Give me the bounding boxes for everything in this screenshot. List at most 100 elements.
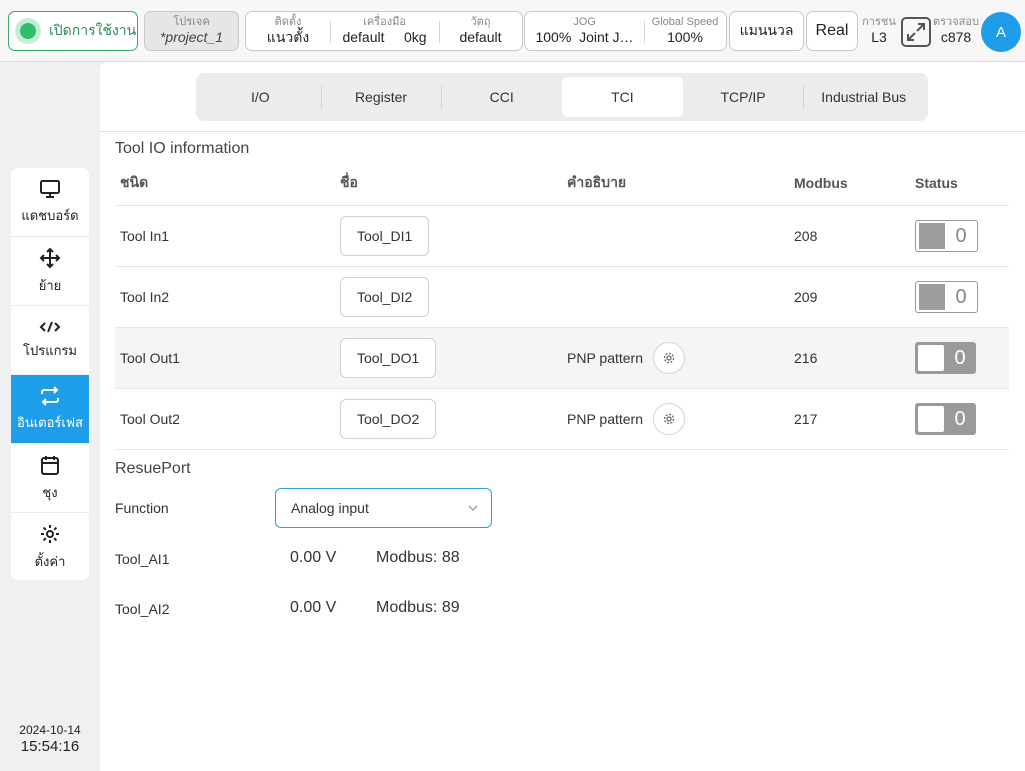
real-mode-button[interactable]: Real <box>806 11 858 51</box>
pattern-settings-button[interactable] <box>653 403 686 435</box>
jog-label: JOG <box>573 16 596 28</box>
tab-tcpip[interactable]: TCP/IP <box>683 77 804 117</box>
reuse-port-title: ResuePort <box>115 460 191 477</box>
sidebar-item-label: ย้าย <box>38 277 62 293</box>
project-selector[interactable]: โปรเจค *project_1 <box>144 11 239 51</box>
sidebar-item-dashboard[interactable]: แดชบอร์ด <box>11 168 89 237</box>
tab-tci[interactable]: TCI <box>562 77 683 117</box>
analog-input-row: Tool_AI2 0.00 V Modbus: 89 <box>115 599 460 617</box>
check-label: ตรวจสอบ <box>933 16 979 28</box>
input-status-indicator: 0 <box>915 281 978 313</box>
enable-button[interactable]: เปิดการใช้งาน <box>8 11 138 51</box>
sidebar-item-calendar[interactable]: ชุง <box>11 444 89 513</box>
ai-value: 0.00 V <box>290 549 337 566</box>
installation-panel[interactable]: ติดตั้ง แนวตั้ง เครื่องมือ default 0kg ว… <box>245 11 523 51</box>
io-modbus: 209 <box>794 289 818 305</box>
project-name: *project_1 <box>159 29 224 45</box>
calendar-icon <box>41 455 59 475</box>
tool-io-title: Tool IO information <box>115 140 250 157</box>
ai-name: Tool_AI2 <box>115 601 170 617</box>
description-text: PNP pattern <box>567 350 644 366</box>
payload-label: วัตถุ <box>470 16 491 28</box>
tab-register[interactable]: Register <box>320 77 442 117</box>
io-name-field[interactable]: Tool_DO2 <box>340 399 437 439</box>
sidebar-item-label: ตั้งค่า <box>34 554 66 569</box>
top-bar: เปิดการใช้งาน โปรเจค *project_1 ติดตั้ง … <box>0 0 1025 62</box>
io-modbus: 217 <box>794 411 818 427</box>
header-modbus: Modbus <box>794 174 848 191</box>
enable-label: เปิดการใช้งาน <box>49 22 137 38</box>
output-toggle[interactable]: 0 <box>915 342 976 374</box>
tab-bar: I/O Register CCI TCI TCP/IP Industrial B… <box>196 73 928 121</box>
output-toggle[interactable]: 0 <box>915 403 976 435</box>
table-row: Tool In2 Tool_DI2 209 0 <box>115 267 1009 328</box>
sidebar-item-move[interactable]: ย้าย <box>11 237 89 306</box>
io-type: Tool In2 <box>120 289 170 305</box>
chevron-down-icon <box>468 505 478 511</box>
pattern-settings-button[interactable] <box>653 342 686 374</box>
interface-icon <box>41 385 59 406</box>
gear-icon <box>663 413 675 425</box>
sidebar-item-label: โปรแกรม <box>22 342 78 358</box>
tab-industrial-bus[interactable]: Industrial Bus <box>803 77 924 117</box>
tab-io[interactable]: I/O <box>200 77 321 117</box>
global-speed-cell[interactable]: Global Speed 100% <box>644 12 726 50</box>
speed-panel[interactable]: JOG 100% Joint J… Global Speed 100% <box>524 11 727 51</box>
ai-name: Tool_AI1 <box>115 551 170 567</box>
header-status: Status <box>915 174 958 191</box>
tool-cell[interactable]: เครื่องมือ default 0kg <box>330 12 439 50</box>
global-speed-label: Global Speed <box>651 16 719 28</box>
input-status-indicator: 0 <box>915 220 978 252</box>
io-name-field[interactable]: Tool_DI2 <box>340 277 430 317</box>
mount-label: ติดตั้ง <box>274 16 302 28</box>
sidebar-item-label: ชุง <box>42 484 58 500</box>
analog-input-row: Tool_AI1 0.00 V Modbus: 88 <box>115 549 460 567</box>
io-type: Tool In1 <box>120 228 170 244</box>
payload-cell[interactable]: วัตถุ default <box>439 12 522 50</box>
table-row: Tool Out1 Tool_DO1 PNP pattern 216 0 <box>115 328 1009 389</box>
manual-mode-button[interactable]: แมนนวล <box>729 11 804 51</box>
check-status[interactable]: ตรวจสอบ c878 <box>932 16 980 46</box>
table-row: Tool Out2 Tool_DO2 PNP pattern 217 0 <box>115 389 1009 450</box>
io-name-field[interactable]: Tool_DI1 <box>340 216 430 256</box>
function-label: Function <box>115 500 169 516</box>
io-description: PNP pattern <box>567 389 686 449</box>
jog-value: 100% Joint J… <box>535 29 634 45</box>
sidebar-item-settings[interactable]: ตั้งค่า <box>11 513 89 580</box>
project-label: โปรเจค <box>173 16 210 28</box>
jog-cell[interactable]: JOG 100% Joint J… <box>525 12 644 50</box>
collision-level[interactable]: การชน L3 <box>861 16 897 46</box>
table-header: ชนิด ชื่อ คำอธิบาย Modbus Status <box>115 160 1009 206</box>
tool-label: เครื่องมือ <box>363 16 406 28</box>
io-type: Tool Out2 <box>120 411 180 427</box>
gear-icon <box>41 525 59 543</box>
function-select[interactable]: Analog input <box>275 488 492 528</box>
io-name-field[interactable]: Tool_DO1 <box>340 338 437 378</box>
collision-value: L3 <box>871 29 887 45</box>
tool-io-table: ชนิด ชื่อ คำอธิบาย Modbus Status Tool In… <box>115 160 1009 450</box>
global-speed-value: 100% <box>667 29 703 45</box>
code-icon <box>39 321 61 332</box>
monitor-icon <box>40 179 60 198</box>
sidebar-item-program[interactable]: โปรแกรม <box>11 306 89 375</box>
gear-icon <box>663 352 675 364</box>
user-avatar[interactable]: A <box>981 12 1021 52</box>
clock: 2024-10-14 15:54:16 <box>8 723 92 755</box>
sidebar-item-interface[interactable]: อินเตอร์เฟส <box>11 375 89 444</box>
tab-cci[interactable]: CCI <box>441 77 562 117</box>
expand-icon[interactable] <box>901 17 931 47</box>
ai-modbus: Modbus: 88 <box>376 549 460 566</box>
sidebar-item-label: แดชบอร์ด <box>21 207 79 223</box>
table-row: Tool In1 Tool_DI1 208 0 <box>115 206 1009 267</box>
sidebar-item-label: อินเตอร์เฟส <box>17 414 83 430</box>
io-modbus: 208 <box>794 228 818 244</box>
header-divider <box>100 131 1025 132</box>
ai-value: 0.00 V <box>290 599 337 616</box>
sidebar: แดชบอร์ด ย้าย โปรแกรม อินเตอร์เฟส ชุง ตั… <box>11 168 89 580</box>
io-modbus: 216 <box>794 350 818 366</box>
ai-modbus: Modbus: 89 <box>376 599 460 616</box>
header-name: ชื่อ <box>340 173 358 190</box>
function-value: Analog input <box>291 500 369 516</box>
move-icon <box>39 247 61 268</box>
mount-cell[interactable]: ติดตั้ง แนวตั้ง <box>246 12 330 50</box>
